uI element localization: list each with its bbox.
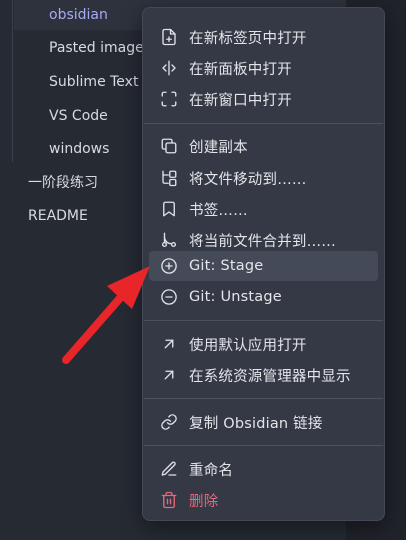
tree-item-stage-one-practice[interactable]: 一阶段练习: [28, 173, 98, 193]
menu-item-open-in-new-window[interactable]: 在新窗口中打开: [149, 84, 378, 114]
menu-item-open-default-app[interactable]: 使用默认应用打开: [149, 329, 378, 359]
menu-item-label: Git: Stage: [189, 258, 264, 274]
menu-item-label: 在系统资源管理器中显示: [189, 368, 351, 385]
bookmark-icon: [160, 200, 178, 218]
menu-item-git-stage[interactable]: Git: Stage: [149, 251, 378, 281]
menu-separator: [144, 445, 383, 446]
menu-item-label: 将文件移动到……: [189, 171, 307, 188]
menu-item-label: 在新面板中打开: [189, 61, 292, 78]
tree-item-vs-code[interactable]: VS Code: [49, 106, 108, 126]
menu-item-label: 创建副本: [189, 139, 248, 156]
menu-item-rename[interactable]: 重命名: [149, 454, 378, 484]
trash-icon: [160, 491, 178, 509]
menu-item-label: 复制 Obsidian 链接: [189, 415, 323, 432]
menu-item-move-file[interactable]: 将文件移动到……: [149, 163, 378, 193]
arrow-up-right-icon: [160, 366, 178, 384]
menu-item-label: 在新窗口中打开: [189, 92, 292, 109]
tree-indent-guide: [12, 0, 13, 162]
menu-item-copy-obsidian-link[interactable]: 复制 Obsidian 链接: [149, 407, 378, 437]
minus-circle-icon: [160, 288, 178, 306]
file-context-menu: 在新标签页中打开 在新面板中打开 在新窗口中打开 创建副本 将文件移动到…… 书…: [142, 7, 385, 521]
menu-item-show-in-explorer[interactable]: 在系统资源管理器中显示: [149, 360, 378, 390]
menu-item-delete[interactable]: 删除: [149, 485, 378, 515]
menu-item-label: 删除: [189, 493, 219, 510]
menu-item-label: 在新标签页中打开: [189, 30, 307, 47]
split-pane-icon: [160, 59, 178, 77]
maximize-icon: [160, 90, 178, 108]
copy-icon: [160, 137, 178, 155]
menu-item-label: 重命名: [189, 462, 234, 479]
menu-item-label: 书签……: [189, 202, 248, 219]
folder-tree-icon: [160, 169, 178, 187]
menu-separator: [144, 398, 383, 399]
menu-separator: [144, 320, 383, 321]
git-merge-icon: [160, 231, 178, 249]
tree-item-obsidian[interactable]: obsidian: [49, 5, 108, 25]
file-plus-icon: [160, 28, 178, 46]
menu-item-open-in-new-pane[interactable]: 在新面板中打开: [149, 53, 378, 83]
menu-item-open-in-new-tab[interactable]: 在新标签页中打开: [149, 22, 378, 52]
menu-item-duplicate[interactable]: 创建副本: [149, 131, 378, 161]
menu-separator: [144, 123, 383, 124]
tree-item-pasted-image[interactable]: Pasted image: [49, 38, 144, 58]
tree-item-windows[interactable]: windows: [49, 139, 109, 159]
menu-item-label: 将当前文件合并到……: [189, 233, 336, 250]
menu-item-git-unstage[interactable]: Git: Unstage: [149, 282, 378, 312]
link-icon: [160, 413, 178, 431]
menu-item-bookmark[interactable]: 书签……: [149, 194, 378, 224]
pencil-icon: [160, 460, 178, 478]
menu-item-label: Git: Unstage: [189, 289, 282, 305]
tree-item-readme[interactable]: README: [28, 206, 88, 226]
plus-circle-icon: [160, 257, 178, 275]
tree-item-sublime-text[interactable]: Sublime Text: [49, 72, 138, 92]
arrow-up-right-icon: [160, 335, 178, 353]
menu-item-label: 使用默认应用打开: [189, 337, 307, 354]
